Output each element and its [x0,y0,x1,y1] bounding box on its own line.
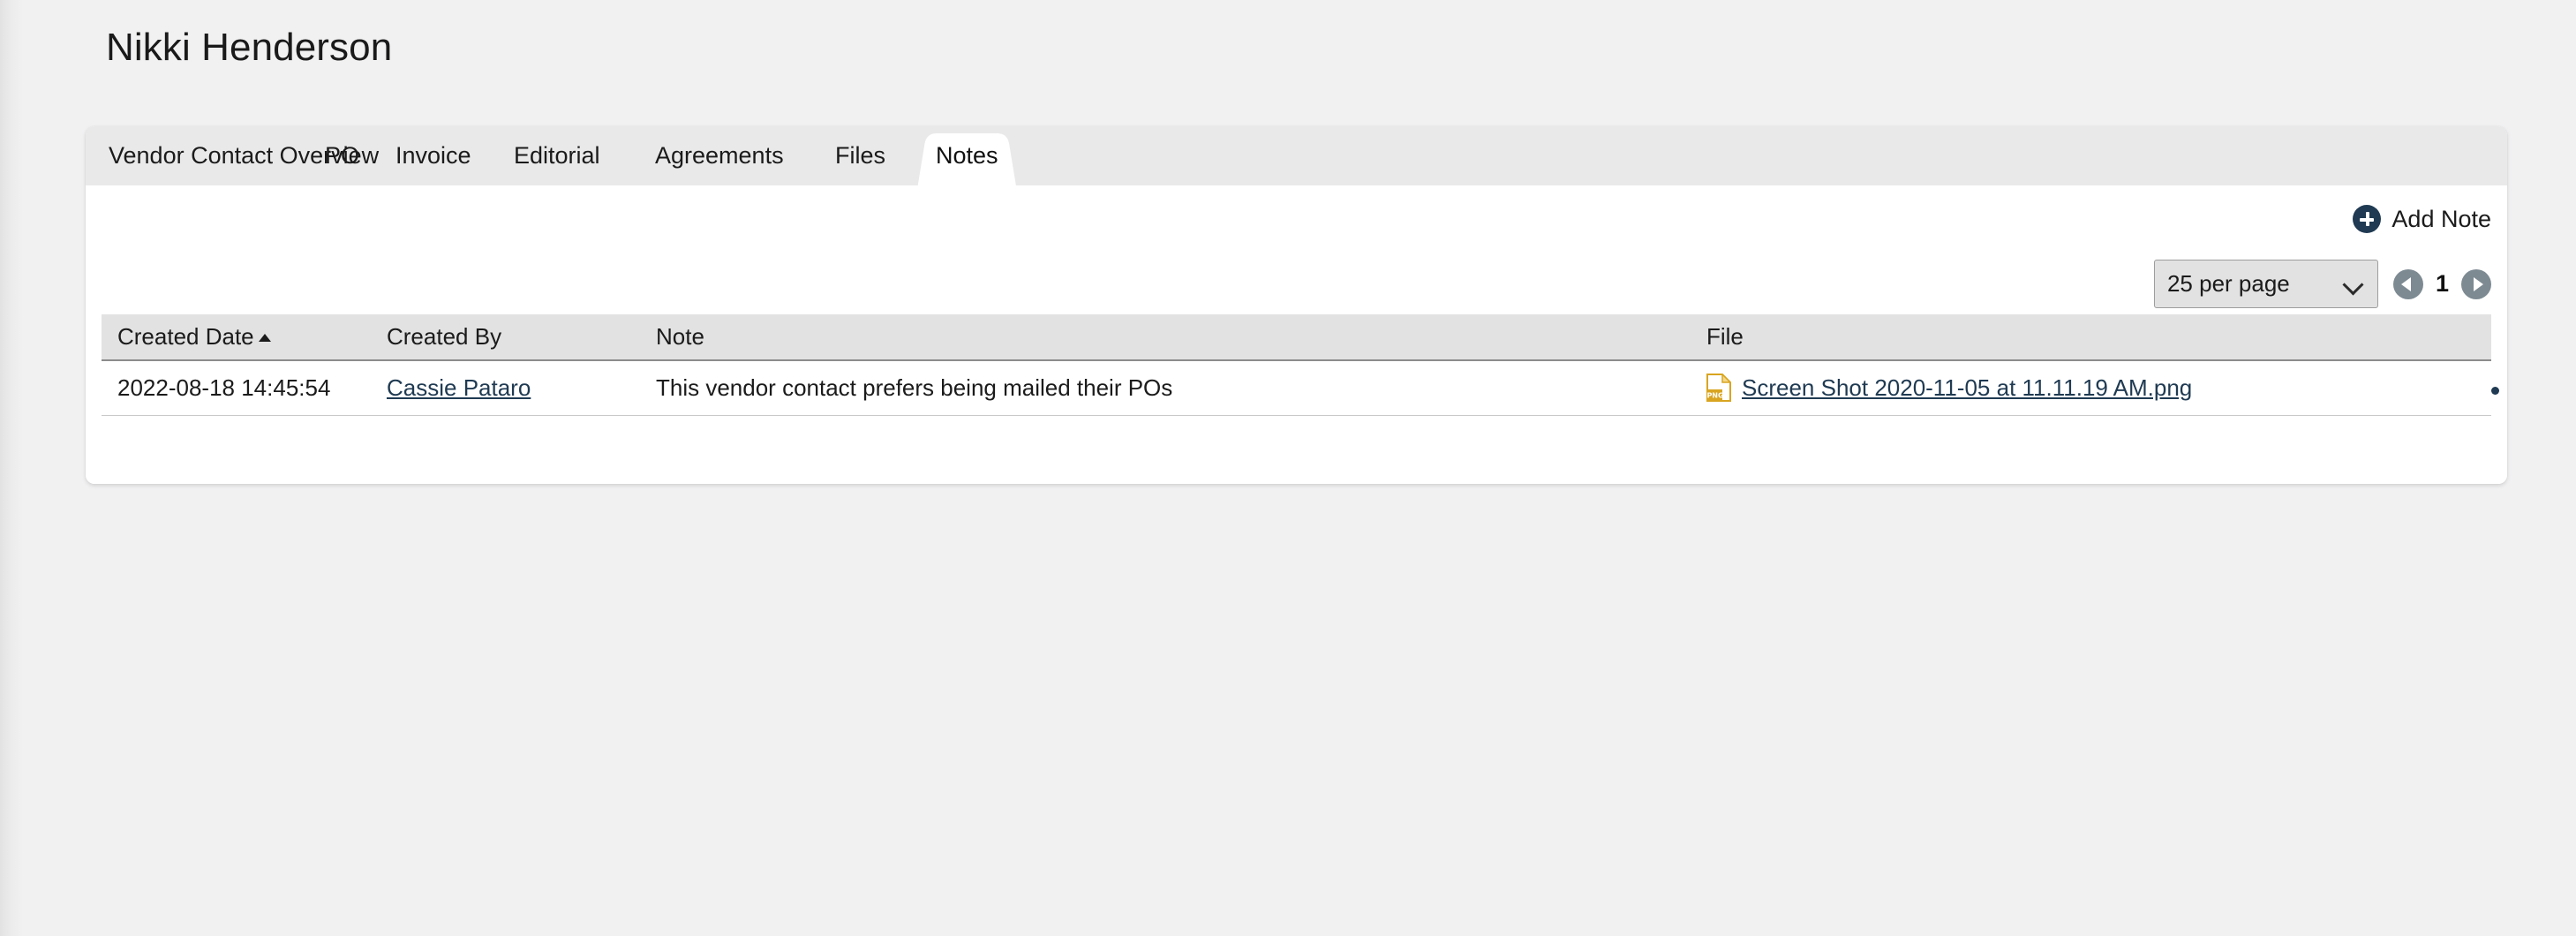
column-header-created-by[interactable]: Created By [371,314,640,361]
kebab-dot [2491,387,2499,396]
tab-label: Editorial [514,142,600,169]
previous-page-button-top[interactable] [2392,268,2423,299]
table-top-controls: 25 per page 1 [2153,260,2491,308]
tab-label: Files [835,142,886,169]
cell-created-date: 2022-08-18 14:45:54 [102,360,371,416]
per-page-select[interactable]: 25 per page [2153,260,2378,308]
tab-agreements[interactable]: Agreements [632,126,807,185]
tab-invoice[interactable]: Invoice [373,126,494,185]
column-label: Created Date [117,323,254,350]
next-page-button-top[interactable] [2461,268,2491,299]
column-label: Created By [387,323,502,350]
page-left-edge-shading [0,0,23,936]
cell-file: PNG Screen Shot 2020-11-05 at 11.11.19 A… [1691,360,2491,416]
page-title: Nikki Henderson [106,26,393,69]
table-row: 2022-08-18 14:45:54 Cassie Pataro This v… [102,360,2499,416]
cell-created-by: Cassie Pataro [371,360,640,416]
kebab-menu-icon[interactable] [2491,387,2507,396]
tab-label: PO [325,142,360,169]
column-header-file[interactable]: File [1691,314,2491,361]
tab-bar: Vendor Contact Overview PO Invoice Edito… [86,126,2507,185]
add-note-label: Add Note [2391,205,2491,232]
per-page-value: 25 per page [2166,270,2290,297]
created-by-link[interactable]: Cassie Pataro [387,374,531,401]
table-header-row: Created Date Created By Note File [102,314,2491,361]
file-link[interactable]: Screen Shot 2020-11-05 at 11.11.19 AM.pn… [1742,374,2192,402]
page-root: Nikki Henderson Vendor Contact Overview … [0,0,2576,936]
add-note-button[interactable]: Add Note [2353,205,2491,233]
notes-panel: Add Note 25 per page 1 Created Date Crea… [86,185,2507,484]
table-header: Created Date Created By Note File [102,314,2491,361]
tab-files[interactable]: Files [812,126,908,185]
vendor-contact-card: Vendor Contact Overview PO Invoice Edito… [86,126,2507,484]
notes-table: Created Date Created By Note File 2022-0… [102,314,2499,416]
tab-notes[interactable]: Notes [909,126,1025,185]
tab-label: Invoice [395,142,471,169]
tab-label: Agreements [655,142,784,169]
table-body: 2022-08-18 14:45:54 Cassie Pataro This v… [102,360,2499,416]
pagination-top: 1 [2392,268,2491,299]
column-header-created-date[interactable]: Created Date [102,314,371,361]
notes-table-wrapper: Created Date Created By Note File 2022-0… [102,314,2499,416]
tab-label: Notes [936,142,998,169]
svg-text:PNG: PNG [1706,392,1723,400]
tab-editorial[interactable]: Editorial [491,126,623,185]
column-label: File [1706,323,1744,350]
column-label: Note [656,323,704,350]
chevron-down-icon [2344,275,2363,294]
png-file-icon: PNG [1706,374,1731,403]
column-header-note[interactable]: Note [640,314,1691,361]
triangle-up-icon [258,334,271,342]
current-page-top: 1 [2435,270,2449,297]
plus-circle-icon [2353,205,2382,233]
cell-note: This vendor contact prefers being mailed… [640,360,1691,416]
